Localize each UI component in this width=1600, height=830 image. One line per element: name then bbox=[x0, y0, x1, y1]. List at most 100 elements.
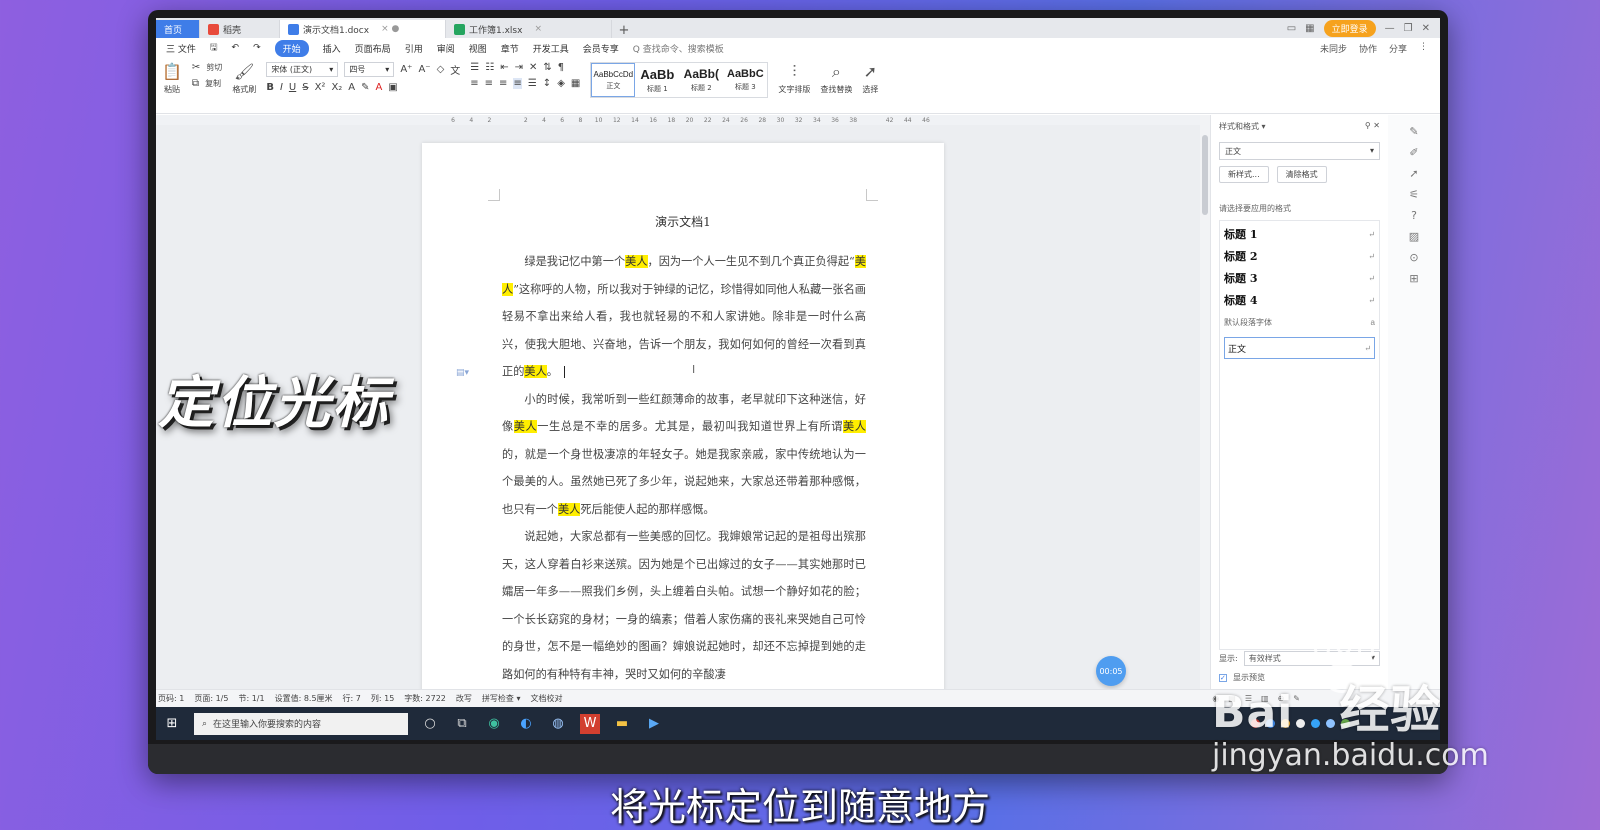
strikethrough-icon[interactable]: S̶ bbox=[302, 82, 308, 93]
more-icon[interactable]: ⋮ bbox=[1419, 42, 1428, 55]
paste-button[interactable]: 📋 粘贴 bbox=[162, 62, 182, 95]
menu-member[interactable]: 会员专享 bbox=[583, 42, 619, 55]
document-paragraph[interactable]: 说起她，大家总都有一些美感的回忆。我婶娘常记起的是祖母出殡那天，这人穿着白衫来送… bbox=[502, 523, 866, 688]
increase-indent-icon[interactable]: ⇥ bbox=[515, 62, 523, 73]
translate-icon[interactable]: ⊞ bbox=[1409, 272, 1418, 285]
shading-icon[interactable]: ◈ bbox=[557, 78, 565, 89]
style-item-heading-2[interactable]: 标题 2 ↵ bbox=[1224, 245, 1375, 267]
select-button[interactable]: ➚ 选择 bbox=[862, 62, 878, 95]
menu-reference[interactable]: 引用 bbox=[405, 42, 423, 55]
bold-icon[interactable]: B bbox=[266, 82, 274, 93]
clear-format-icon[interactable]: ◇ bbox=[437, 64, 445, 75]
document-paragraph[interactable]: 小的时候，我常听到一些红颜薄命的故事，老早就印下这种迷信，好像美人一生总是不幸的… bbox=[502, 386, 866, 524]
horizontal-ruler[interactable]: 6 4 2 2 4 6 8 10 12 14 16 18 20 22 24 26 28 30 32 34 36 38 42 4… bbox=[156, 115, 1200, 125]
sync-status[interactable]: 未同步 bbox=[1320, 42, 1347, 55]
browser-icon[interactable]: ◉ bbox=[484, 714, 504, 734]
grid-icon[interactable]: ▦ bbox=[1305, 23, 1314, 34]
status-spell-check[interactable]: 拼写检查 ▾ bbox=[482, 693, 521, 704]
style-normal[interactable]: AaBbCcDd 正文 bbox=[591, 63, 636, 97]
status-overwrite[interactable]: 改写 bbox=[456, 693, 472, 704]
style-pane-icon[interactable]: ✎ bbox=[1409, 125, 1418, 138]
style-item-heading-1[interactable]: 标题 1 ↵ bbox=[1224, 223, 1375, 245]
superscript-icon[interactable]: X² bbox=[315, 82, 326, 93]
font-family-select[interactable]: 宋体 (正文) ▾ bbox=[266, 62, 339, 77]
collab-button[interactable]: 协作 bbox=[1359, 42, 1377, 55]
select-icon[interactable]: ➚ bbox=[1409, 167, 1418, 180]
tab-document[interactable]: 演示文档1.docx × ● bbox=[280, 20, 446, 38]
layout-icon[interactable]: ▭ bbox=[1287, 23, 1296, 34]
style-item-default-font[interactable]: 默认段落字体 a bbox=[1224, 311, 1375, 333]
adjust-icon[interactable]: ⚟ bbox=[1409, 188, 1419, 201]
image-icon[interactable]: ▨ bbox=[1409, 230, 1419, 243]
align-justify-icon[interactable]: ≡ bbox=[513, 78, 522, 89]
bullet-list-icon[interactable]: ☰ bbox=[470, 62, 479, 73]
char-border-icon[interactable]: ▣ bbox=[388, 82, 397, 93]
align-right-icon[interactable]: ≡ bbox=[499, 78, 507, 89]
style-heading-3[interactable]: AaBbC 标题 3 bbox=[723, 63, 767, 97]
show-marks-icon[interactable]: ¶ bbox=[558, 62, 564, 73]
decrease-indent-icon[interactable]: ⇤ bbox=[500, 62, 508, 73]
line-spacing-icon[interactable]: ↕ bbox=[543, 78, 551, 89]
cut-button[interactable]: ✂ 剪切 bbox=[192, 62, 222, 73]
status-proofread[interactable]: 文档校对 bbox=[530, 693, 562, 704]
pane-close-icon[interactable]: ⚲ ✕ bbox=[1365, 121, 1380, 132]
italic-icon[interactable]: I bbox=[280, 82, 283, 93]
close-tab-icon[interactable]: × ● bbox=[381, 24, 399, 34]
restore-icon[interactable]: ❐ bbox=[1404, 23, 1413, 34]
phonetic-icon[interactable]: 文 bbox=[450, 62, 460, 77]
shrink-font-icon[interactable]: A⁻ bbox=[418, 64, 430, 75]
folder-icon[interactable]: ▬ bbox=[612, 714, 632, 734]
menu-view[interactable]: 视图 bbox=[469, 42, 487, 55]
menu-page-layout[interactable]: 页面布局 bbox=[355, 42, 391, 55]
login-button[interactable]: 立即登录 bbox=[1323, 19, 1376, 37]
menu-insert[interactable]: 插入 bbox=[323, 42, 341, 55]
save-icon[interactable]: 🖫 bbox=[210, 40, 218, 56]
vertical-scrollbar[interactable] bbox=[1200, 115, 1210, 689]
border-icon[interactable]: ▦ bbox=[571, 78, 580, 89]
clear-format-button[interactable]: 清除格式 bbox=[1276, 166, 1327, 183]
location-icon[interactable]: ⊙ bbox=[1409, 251, 1418, 264]
font-size-select[interactable]: 四号 ▾ bbox=[344, 62, 395, 77]
tab-home[interactable]: 首页 bbox=[156, 20, 200, 38]
new-tab-button[interactable]: + bbox=[612, 23, 636, 38]
minimize-icon[interactable]: — bbox=[1385, 23, 1395, 34]
style-heading-1[interactable]: AaBb 标题 1 bbox=[635, 63, 679, 97]
menu-developer[interactable]: 开发工具 bbox=[533, 42, 569, 55]
grow-font-icon[interactable]: A⁺ bbox=[400, 64, 412, 75]
tab-docer[interactable]: 稻壳 bbox=[200, 20, 280, 38]
document-page[interactable]: 演示文档1 绿是我记忆中第一个美人，因为一个人一生见不到几个真正负得起“美人”这… bbox=[422, 143, 944, 689]
close-tab-icon[interactable]: × bbox=[534, 24, 542, 34]
cortana-icon[interactable]: ○ bbox=[420, 714, 440, 734]
copy-button[interactable]: ⧉ 复制 bbox=[192, 78, 222, 89]
style-item-heading-3[interactable]: 标题 3 ↵ bbox=[1224, 267, 1375, 289]
style-heading-2[interactable]: AaBb(标题 2 bbox=[679, 63, 723, 97]
undo-icon[interactable]: ↶ bbox=[232, 43, 240, 53]
underline-icon[interactable]: U bbox=[289, 82, 296, 93]
sort-icon[interactable]: ⇅ bbox=[543, 62, 551, 73]
document-body[interactable]: 绿是我记忆中第一个美人，因为一个人一生见不到几个真正负得起“美人”这称呼的人物，… bbox=[502, 248, 866, 688]
task-view-icon[interactable]: ⧉ bbox=[452, 714, 472, 734]
tab-sheet[interactable]: 工作簿1.xlsx × bbox=[446, 20, 612, 38]
redo-icon[interactable]: ↷ bbox=[253, 43, 261, 53]
share-button[interactable]: 分享 bbox=[1389, 42, 1407, 55]
menu-start[interactable]: 开始 bbox=[274, 39, 309, 57]
edit-icon[interactable]: ✐ bbox=[1409, 146, 1418, 159]
style-item-heading-4[interactable]: 标题 4 ↵ bbox=[1224, 289, 1375, 311]
edge-icon[interactable]: ◐ bbox=[516, 714, 536, 734]
paragraph-handle-icon[interactable]: ▤▾ bbox=[456, 368, 469, 378]
command-search[interactable]: Q 查找命令、搜索模板 bbox=[633, 42, 724, 55]
pane-title[interactable]: 样式和格式 ▾ bbox=[1219, 121, 1266, 132]
align-center-icon[interactable]: ≡ bbox=[485, 78, 493, 89]
media-icon[interactable]: ▶ bbox=[644, 714, 664, 734]
taskbar-search[interactable]: ⌕ 在这里输入你要搜索的内容 bbox=[194, 712, 408, 735]
help-icon[interactable]: ? bbox=[1411, 209, 1417, 222]
status-word-count[interactable]: 字数: 2722 bbox=[404, 693, 446, 704]
find-replace-button[interactable]: ⌕ 查找替换 bbox=[820, 62, 852, 95]
text-effect-icon[interactable]: A bbox=[348, 82, 355, 93]
menu-review[interactable]: 审阅 bbox=[437, 42, 455, 55]
style-item-normal[interactable]: 正文 ↵ bbox=[1224, 337, 1375, 359]
status-pages[interactable]: 页面: 1/5 bbox=[194, 693, 228, 704]
new-style-button[interactable]: 新样式... bbox=[1219, 166, 1269, 183]
document-paragraph[interactable]: 绿是我记忆中第一个美人，因为一个人一生见不到几个真正负得起“美人”这称呼的人物，… bbox=[502, 248, 866, 386]
align-left-icon[interactable]: ≡ bbox=[470, 78, 478, 89]
